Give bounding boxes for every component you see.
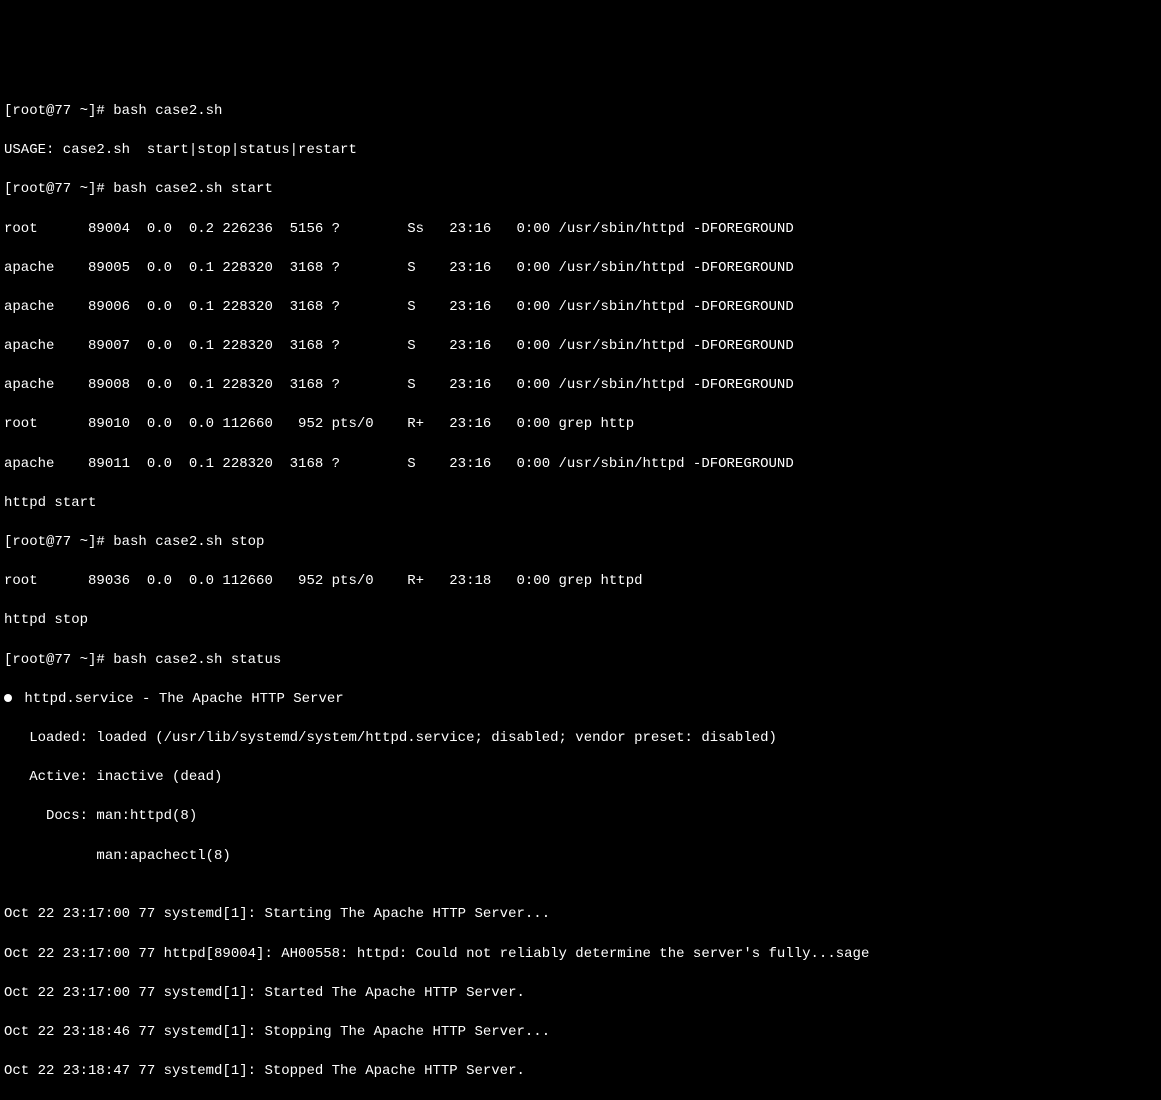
process-row: root 89036 0.0 0.0 112660 952 pts/0 R+ 2… [4,572,1157,592]
output-line: httpd start [4,494,1157,514]
process-row: root 89004 0.0 0.2 226236 5156 ? Ss 23:1… [4,220,1157,240]
service-docs: man:apachectl(8) [4,847,1157,867]
log-line: Oct 22 23:18:46 77 systemd[1]: Stopping … [4,1023,1157,1043]
usage-output: USAGE: case2.sh start|stop|status|restar… [4,141,1157,161]
terminal-window[interactable]: [root@77 ~]# bash case2.sh USAGE: case2.… [4,82,1157,1100]
process-row: apache 89007 0.0 0.1 228320 3168 ? S 23:… [4,337,1157,357]
log-line: Oct 22 23:17:00 77 systemd[1]: Starting … [4,905,1157,925]
service-active: Active: inactive (dead) [4,768,1157,788]
output-line: httpd stop [4,611,1157,631]
prompt-line: [root@77 ~]# bash case2.sh status [4,651,1157,671]
process-row: apache 89006 0.0 0.1 228320 3168 ? S 23:… [4,298,1157,318]
process-row: apache 89005 0.0 0.1 228320 3168 ? S 23:… [4,259,1157,279]
prompt-line: [root@77 ~]# bash case2.sh start [4,180,1157,200]
service-loaded: Loaded: loaded (/usr/lib/systemd/system/… [4,729,1157,749]
process-row: root 89010 0.0 0.0 112660 952 pts/0 R+ 2… [4,415,1157,435]
process-row: apache 89011 0.0 0.1 228320 3168 ? S 23:… [4,455,1157,475]
status-bullet-icon [4,694,12,702]
log-line: Oct 22 23:17:00 77 httpd[89004]: AH00558… [4,945,1157,965]
log-line: Oct 22 23:18:47 77 systemd[1]: Stopped T… [4,1062,1157,1082]
process-row: apache 89008 0.0 0.1 228320 3168 ? S 23:… [4,376,1157,396]
service-docs: Docs: man:httpd(8) [4,807,1157,827]
service-status-header: httpd.service - The Apache HTTP Server [4,690,1157,710]
service-name: httpd.service - The Apache HTTP Server [16,691,344,707]
prompt-line: [root@77 ~]# bash case2.sh [4,102,1157,122]
log-line: Oct 22 23:17:00 77 systemd[1]: Started T… [4,984,1157,1004]
